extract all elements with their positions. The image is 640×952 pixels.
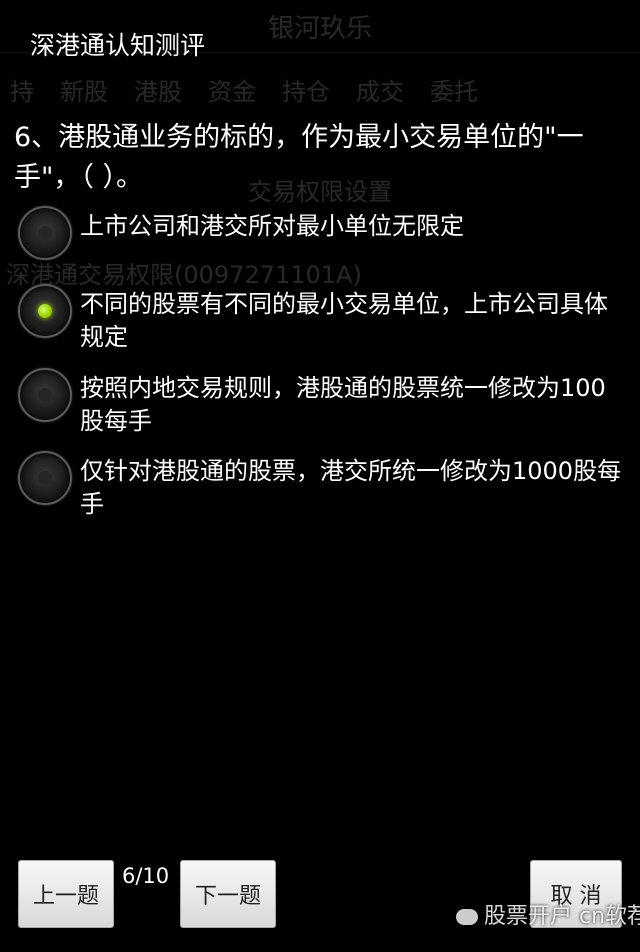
option-label: 按照内地交易规则，港股通的股票统一修改为100股每手 xyxy=(80,374,606,435)
option-1[interactable]: 上市公司和港交所对最小单位无限定 xyxy=(18,206,634,260)
watermark: 股票开户 cn软荐网 xyxy=(456,898,640,930)
radio-button[interactable] xyxy=(18,451,72,505)
option-3[interactable]: 按照内地交易规则，港股通的股票统一修改为100股每手 xyxy=(18,368,634,438)
option-4[interactable]: 仅针对港股通的股票，港交所统一修改为1000股每手 xyxy=(18,451,634,521)
option-2[interactable]: 不同的股票有不同的最小交易单位，上市公司具体规定 xyxy=(18,284,634,354)
radio-dot-icon xyxy=(38,226,52,240)
radio-dot-icon xyxy=(38,304,52,318)
assessment-dialog: 深港通认知测评 6、港股通业务的标的，作为最小交易单位的"一手"，（ ）。 上市… xyxy=(0,0,640,952)
option-label: 仅针对港股通的股票，港交所统一修改为1000股每手 xyxy=(80,457,622,518)
option-label: 不同的股票有不同的最小交易单位，上市公司具体规定 xyxy=(80,290,608,351)
radio-dot-icon xyxy=(38,388,52,402)
question-progress: 6/10 xyxy=(122,864,170,888)
radio-button-selected[interactable] xyxy=(18,284,72,338)
radio-button[interactable] xyxy=(18,368,72,422)
next-question-button[interactable]: 下一题 xyxy=(180,860,276,928)
question-text: 6、港股通业务的标的，作为最小交易单位的"一手"，（ ）。 xyxy=(14,122,584,193)
option-label: 上市公司和港交所对最小单位无限定 xyxy=(80,212,464,240)
dialog-title: 深港通认知测评 xyxy=(30,31,206,60)
radio-button[interactable] xyxy=(18,206,72,260)
radio-dot-icon xyxy=(38,471,52,485)
previous-question-button[interactable]: 上一题 xyxy=(18,860,114,928)
wechat-icon xyxy=(456,909,478,925)
watermark-text: 股票开户 cn软荐网 xyxy=(484,904,640,929)
